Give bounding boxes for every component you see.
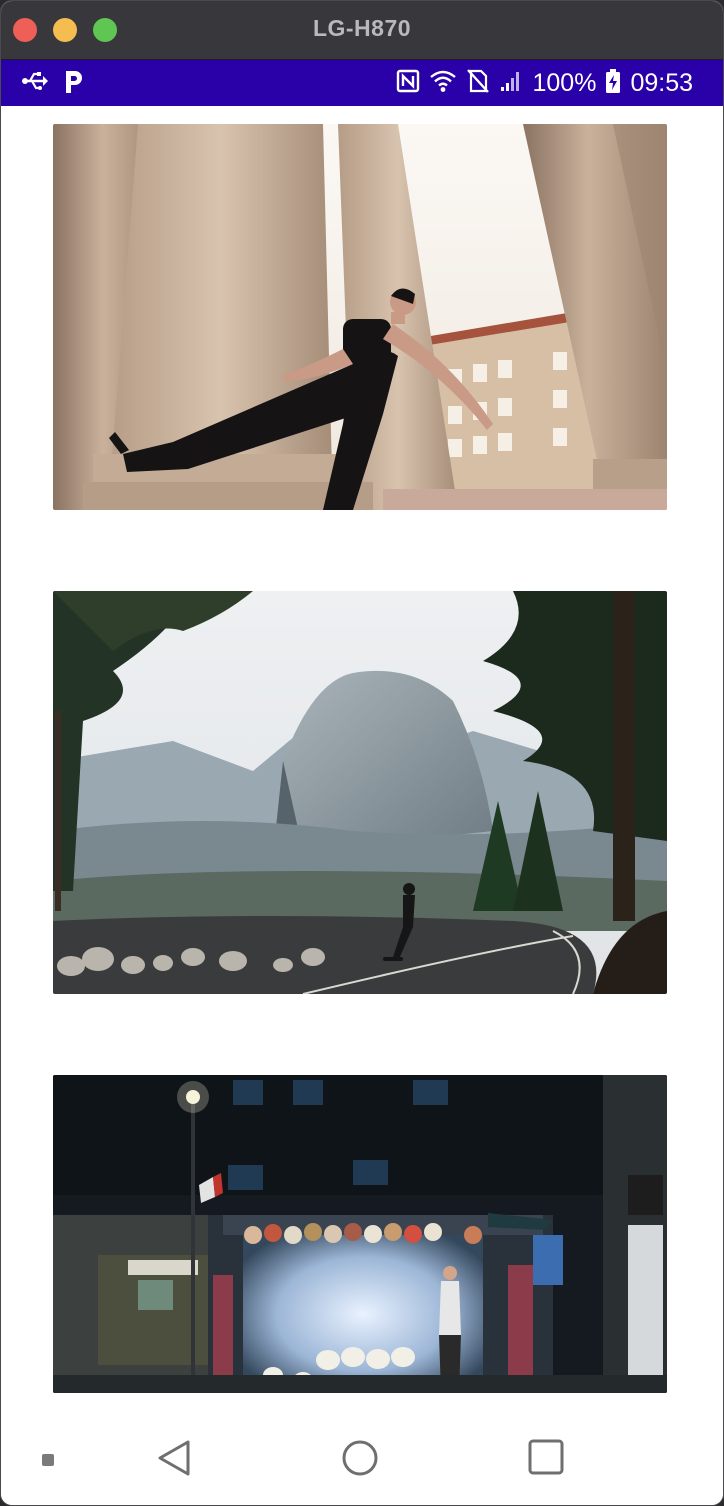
battery-charging-icon	[605, 68, 621, 99]
emulator-window: LG-H870 100% 09:53	[0, 0, 724, 1506]
status-bar: 100% 09:53	[1, 60, 723, 106]
navigation-bar	[1, 1401, 723, 1505]
no-sim-icon	[466, 68, 490, 99]
wifi-icon	[429, 69, 457, 98]
home-button[interactable]	[341, 1439, 379, 1482]
photo-half-dome-skater[interactable]	[53, 591, 667, 994]
back-button[interactable]	[157, 1439, 191, 1482]
battery-percentage: 100%	[532, 68, 597, 97]
recents-button[interactable]	[528, 1439, 564, 1480]
signal-icon	[499, 69, 523, 98]
parking-app-icon	[63, 68, 85, 99]
clock: 09:53	[630, 68, 693, 97]
window-title: LG-H870	[312, 15, 412, 41]
title-bar: LG-H870	[1, 1, 723, 60]
photo-night-kiosk[interactable]	[53, 1075, 667, 1393]
usb-icon	[21, 70, 49, 97]
image-feed[interactable]	[1, 107, 723, 1401]
photo-woman-columns[interactable]	[53, 124, 667, 510]
nfc-icon	[396, 69, 420, 98]
notification-dot[interactable]	[41, 1453, 55, 1472]
